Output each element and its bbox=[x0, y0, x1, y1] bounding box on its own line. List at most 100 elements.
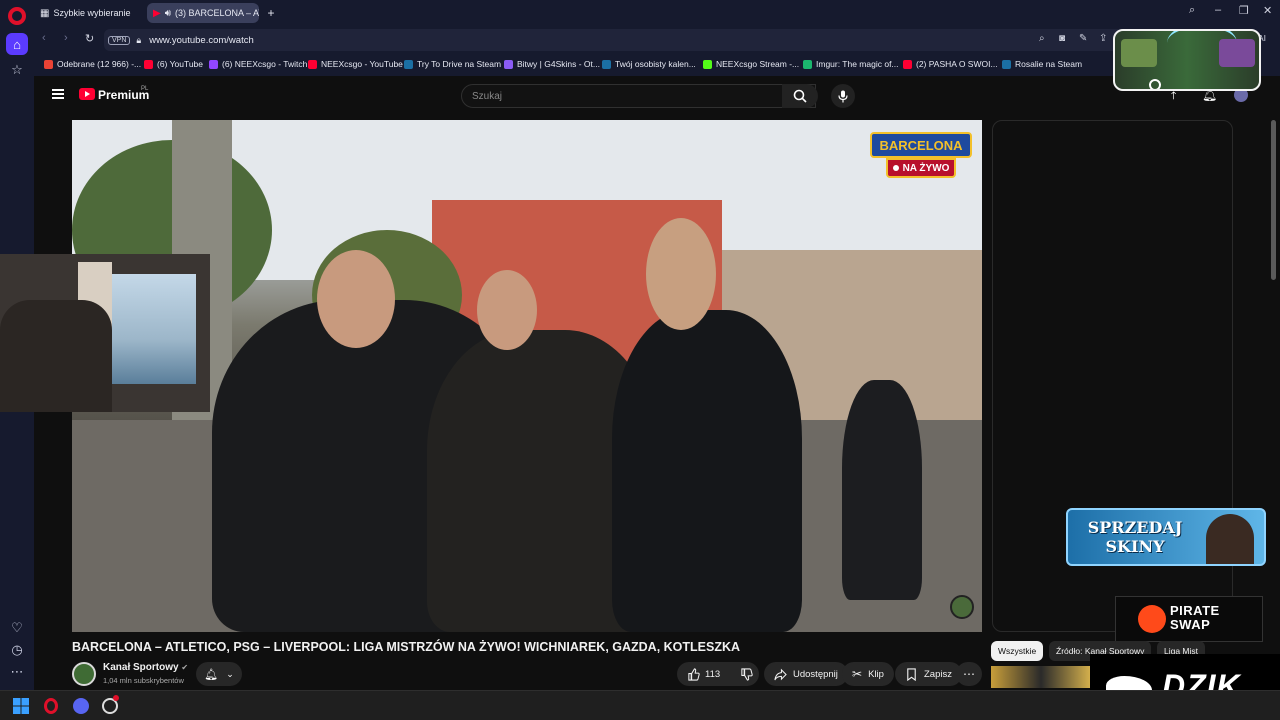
vpn-badge[interactable]: VPN bbox=[108, 35, 131, 45]
recommended-video-thumbnail[interactable] bbox=[991, 666, 1091, 688]
voice-search-button[interactable] bbox=[831, 84, 855, 108]
region-code: PL bbox=[141, 86, 149, 92]
bookmark-twitch[interactable]: (6) NEEXcsgo - Twitch bbox=[209, 59, 307, 69]
like-dislike-group: 113 bbox=[677, 662, 759, 686]
video-frame-person-right bbox=[612, 310, 802, 632]
bookmark-g4skins[interactable]: Bitwy | G4Skins - Ot... bbox=[504, 59, 600, 69]
webcam-window-view bbox=[112, 274, 196, 384]
video-frame-head bbox=[646, 218, 716, 330]
chip-all[interactable]: Wszystkie bbox=[991, 641, 1044, 661]
address-bar: ‹ › ↻ VPN 🔒︎ www.youtube.com/watch ⌕ ◙ ✎… bbox=[34, 26, 1280, 54]
youtube-icon bbox=[144, 59, 153, 69]
youtube-header: Premium PL Szukaj ⤒ 🔔︎ bbox=[34, 76, 1280, 116]
reload-icon[interactable]: ↻ bbox=[85, 32, 94, 45]
ad-text: SPRZEDAJ SKINY bbox=[1087, 518, 1183, 556]
lock-icon[interactable]: 🔒︎ bbox=[136, 35, 141, 46]
youtube-logo-icon[interactable] bbox=[79, 88, 95, 100]
video-frame-head bbox=[317, 250, 395, 348]
search-page-icon[interactable]: ⌕ bbox=[1039, 33, 1045, 44]
video-title: BARCELONA – ATLETICO, PSG – LIVERPOOL: L… bbox=[72, 640, 741, 654]
tab-speed-dial[interactable]: ▦ Szybkie wybieranie bbox=[34, 3, 142, 23]
bookmark-calendar[interactable]: Twój osobisty kalen... bbox=[602, 59, 696, 69]
youtube-icon bbox=[903, 59, 912, 69]
minimize-icon[interactable]: – bbox=[1215, 4, 1221, 16]
bookmark-steam-try[interactable]: Try To Drive na Steam bbox=[404, 59, 501, 69]
clip-button[interactable]: ✂ Klip bbox=[842, 662, 894, 686]
like-button[interactable]: 113 bbox=[687, 667, 720, 681]
barcelona-live-badge: BARCELONA NA ŻYWO bbox=[870, 132, 972, 180]
microphone-icon bbox=[838, 90, 848, 102]
new-tab-button[interactable]: + bbox=[263, 3, 279, 23]
webcam-chair bbox=[0, 300, 112, 412]
camera-icon[interactable]: ◙ bbox=[1059, 33, 1065, 44]
forward-icon[interactable]: › bbox=[64, 32, 68, 44]
star-icon[interactable]: ☆ bbox=[6, 59, 28, 81]
restore-icon[interactable]: ❐ bbox=[1239, 4, 1249, 17]
discord-icon[interactable] bbox=[72, 697, 90, 715]
bell-icon: 🔔︎ bbox=[204, 668, 219, 681]
more-actions-button[interactable]: ⋯ bbox=[956, 662, 982, 686]
channel-name[interactable]: Kanał Sportowy ✔ bbox=[103, 662, 188, 673]
home-icon[interactable]: ⌂ bbox=[6, 33, 28, 55]
page-scrollbar[interactable] bbox=[1271, 120, 1276, 280]
chevron-down-icon: ⌄ bbox=[226, 668, 234, 679]
sprzedaj-skiny-ad[interactable]: SPRZEDAJ SKINY bbox=[1066, 508, 1266, 566]
video-frame-pedestrian bbox=[842, 380, 922, 600]
bookmark-neex-stream[interactable]: NEEXcsgo Stream -... bbox=[703, 59, 799, 69]
search-input[interactable]: Szukaj bbox=[461, 84, 816, 108]
pirate-logo-icon bbox=[1138, 605, 1166, 633]
url-field[interactable]: VPN 🔒︎ www.youtube.com/watch bbox=[104, 29, 1144, 51]
badge-live: NA ŻYWO bbox=[886, 158, 956, 178]
channel-avatar[interactable] bbox=[72, 662, 96, 686]
youtube-favicon-icon: ▶ bbox=[153, 7, 161, 19]
subscriber-count: 1,04 mln subskrybentów bbox=[103, 676, 184, 685]
ad-person-image bbox=[1206, 514, 1254, 564]
share-page-icon[interactable]: ⇪ bbox=[1099, 33, 1107, 44]
twitch-icon bbox=[209, 59, 218, 69]
steam-icon bbox=[602, 59, 611, 69]
edit-icon[interactable]: ✎ bbox=[1079, 33, 1087, 44]
bookmark-neex-youtube[interactable]: NEEXcsgo - YouTube bbox=[308, 59, 403, 69]
kick-icon bbox=[703, 59, 712, 69]
tab-bar: ▦ Szybkie wybieranie ▶ 🔊︎ (3) BARCELONA … bbox=[34, 0, 1280, 26]
windows-start-icon[interactable] bbox=[12, 697, 30, 715]
ad-text: PIRATE SWAP bbox=[1170, 603, 1220, 632]
weapon-image-left bbox=[1121, 39, 1157, 67]
opera-logo-icon[interactable] bbox=[8, 7, 26, 25]
save-button[interactable]: Zapisz bbox=[895, 662, 962, 686]
bookmarks-bar: Odebrane (12 966) -... (6) YouTube (6) N… bbox=[34, 54, 1280, 76]
scissors-icon: ✂ bbox=[852, 667, 863, 681]
bookmark-youtube[interactable]: (6) YouTube bbox=[144, 59, 203, 69]
more-icon[interactable]: ⋯ bbox=[6, 661, 28, 683]
channel-watermark-icon[interactable] bbox=[950, 595, 974, 619]
imgur-icon bbox=[803, 59, 812, 69]
share-icon bbox=[774, 668, 787, 680]
back-icon[interactable]: ‹ bbox=[42, 32, 46, 44]
g4skins-icon bbox=[504, 59, 513, 69]
youtube-icon bbox=[308, 59, 317, 69]
search-tabs-icon[interactable]: ⌕ bbox=[1189, 4, 1195, 17]
dislike-button[interactable] bbox=[740, 667, 753, 681]
webcam-overlay bbox=[0, 254, 210, 412]
bookmark-imgur[interactable]: Imgur: The magic of... bbox=[803, 59, 899, 69]
verified-icon: ✔ bbox=[181, 663, 189, 672]
search-button[interactable] bbox=[782, 84, 818, 108]
speaker-icon[interactable]: 🔊︎ bbox=[165, 8, 171, 19]
close-window-icon[interactable]: ✕ bbox=[1263, 4, 1272, 17]
bookmark-rosalie[interactable]: Rosalie na Steam bbox=[1002, 59, 1082, 69]
thumbs-up-icon bbox=[688, 667, 700, 681]
app-taskbar-icon[interactable] bbox=[101, 695, 119, 715]
heart-icon[interactable]: ♡ bbox=[6, 617, 28, 639]
notification-dot-icon bbox=[113, 695, 119, 701]
history-icon[interactable]: ◷ bbox=[6, 639, 28, 661]
more-icon: ⋯ bbox=[963, 667, 975, 681]
tab-youtube-active[interactable]: ▶ 🔊︎ (3) BARCELONA – ATL bbox=[147, 3, 259, 23]
gaming-overlay-ad bbox=[1113, 29, 1261, 91]
share-button[interactable]: Udostępnij bbox=[764, 662, 848, 686]
opera-taskbar-icon[interactable] bbox=[42, 697, 60, 715]
bookmark-gmail[interactable]: Odebrane (12 966) -... bbox=[44, 59, 141, 69]
pirate-swap-ad[interactable]: PIRATE SWAP bbox=[1115, 596, 1263, 642]
menu-icon[interactable] bbox=[52, 89, 64, 99]
bookmark-pasha[interactable]: (2) PASHA O SWOI... bbox=[903, 59, 998, 69]
notification-bell-button[interactable]: 🔔︎ ⌄ bbox=[196, 662, 242, 686]
